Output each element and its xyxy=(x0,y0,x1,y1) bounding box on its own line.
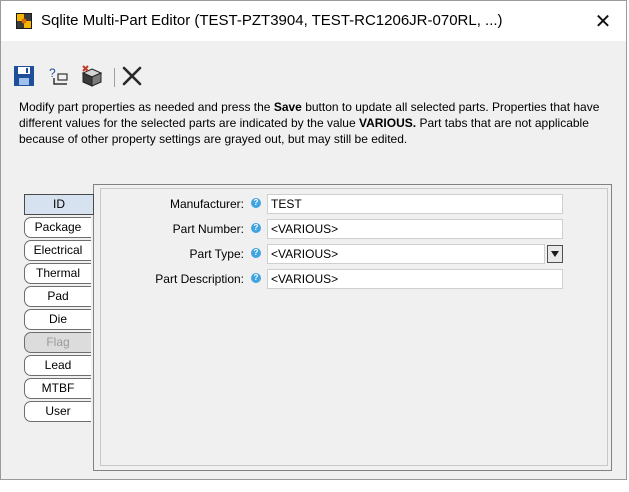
part-number-help-icon[interactable]: ? xyxy=(251,223,261,233)
close-button[interactable]: ✕ xyxy=(580,1,626,41)
instructions-part-1: Modify part properties as needed and pre… xyxy=(19,100,274,114)
tab-mtbf[interactable]: MTBF xyxy=(24,378,91,399)
toolbar-separator xyxy=(114,68,115,87)
tab-thermal[interactable]: Thermal xyxy=(24,263,91,284)
part-description-field[interactable] xyxy=(267,269,563,289)
save-icon xyxy=(14,66,34,86)
toolbar: ? xyxy=(1,41,626,91)
tab-lead[interactable]: Lead xyxy=(24,355,91,376)
tab-die[interactable]: Die xyxy=(24,309,91,330)
instructions-save-keyword: Save xyxy=(273,100,302,114)
part-description-label: Part Description: xyxy=(155,272,244,286)
tab-user[interactable]: User xyxy=(24,401,91,422)
app-cube-icon xyxy=(15,12,33,30)
instructions-text: Modify part properties as needed and pre… xyxy=(19,99,614,147)
part-type-help-icon[interactable]: ? xyxy=(251,248,261,258)
save-button[interactable] xyxy=(12,64,38,90)
part-type-select[interactable] xyxy=(267,244,545,264)
editor-window: Sqlite Multi-Part Editor (TEST-PZT3904, … xyxy=(0,0,627,480)
tab-pad[interactable]: Pad xyxy=(24,286,91,307)
part-number-field[interactable] xyxy=(267,219,563,239)
part-type-label: Part Type: xyxy=(189,247,244,261)
rename-button[interactable]: ? xyxy=(46,64,72,90)
window-title: Sqlite Multi-Part Editor (TEST-PZT3904, … xyxy=(41,12,503,29)
manufacturer-label: Manufacturer: xyxy=(169,197,244,211)
instructions-various-keyword: VARIOUS. xyxy=(358,116,417,130)
tab-id[interactable]: ID xyxy=(24,194,94,215)
rename-icon: ? xyxy=(49,66,68,85)
svg-text:?: ? xyxy=(49,66,56,80)
manufacturer-field[interactable] xyxy=(267,194,563,214)
part-type-dropdown-button[interactable] xyxy=(547,245,563,263)
part-description-help-icon[interactable]: ? xyxy=(251,273,261,283)
cancel-icon xyxy=(122,66,142,86)
tab-flag[interactable]: Flag xyxy=(24,332,91,353)
title-bar: Sqlite Multi-Part Editor (TEST-PZT3904, … xyxy=(1,1,626,41)
parts-button[interactable] xyxy=(80,64,106,90)
tab-package[interactable]: Package xyxy=(24,217,91,238)
close-icon: ✕ xyxy=(594,10,612,33)
manufacturer-help-icon[interactable]: ? xyxy=(251,198,261,208)
part-number-label: Part Number: xyxy=(172,222,244,236)
tab-electrical[interactable]: Electrical xyxy=(24,240,91,261)
cancel-button[interactable] xyxy=(120,64,146,90)
chevron-down-icon xyxy=(551,251,559,257)
parts-icon xyxy=(81,65,103,87)
